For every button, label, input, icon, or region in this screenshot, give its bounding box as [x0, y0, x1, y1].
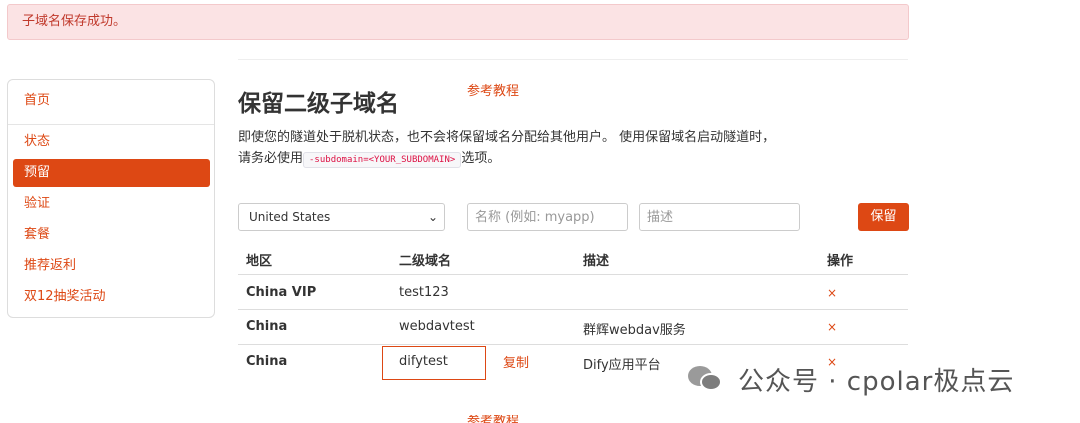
col-header-subdomain: 二级域名 — [399, 254, 452, 269]
success-alert: 子域名保存成功。 — [7, 4, 909, 40]
tutorial-link[interactable]: 参考教程 — [467, 80, 519, 99]
region-select[interactable]: United States ⌄ — [238, 203, 445, 231]
sidebar-item-label: 双12抽奖活动 — [24, 289, 106, 304]
description-text-end: 选项。 — [461, 151, 501, 166]
row-2-description: 群辉webdav服务 — [583, 323, 686, 338]
col-header-region: 地区 — [246, 254, 273, 269]
page-description: 即使您的隧道处于脱机状态，也不会将保留域名分配给其他用户。 使用保留域名启动隧道… — [238, 127, 778, 171]
top-divider — [238, 59, 908, 60]
sidebar-item-label: 验证 — [24, 196, 51, 211]
sidebar-item-label: 套餐 — [24, 227, 51, 242]
delete-icon[interactable]: × — [827, 286, 837, 300]
copy-label[interactable]: 复制 — [503, 352, 529, 371]
sidebar-item-status[interactable]: 状态 — [13, 128, 210, 156]
col-header-description: 描述 — [583, 254, 610, 269]
row-3-region: China — [246, 354, 288, 369]
sidebar-item-label: 首页 — [24, 93, 51, 108]
wechat-icon — [688, 364, 724, 394]
row-2-region: China — [246, 319, 288, 334]
chevron-down-icon: ⌄ — [427, 210, 438, 224]
sidebar-divider — [8, 124, 214, 125]
name-input[interactable] — [467, 203, 628, 231]
sidebar-item-label: 状态 — [24, 134, 51, 149]
sidebar-item-home[interactable]: 首页 — [13, 87, 210, 115]
sidebar-item-label: 预留 — [24, 165, 51, 180]
sidebar-item-label: 推荐返利 — [24, 258, 77, 273]
header-divider — [238, 274, 908, 275]
row-3-description: Dify应用平台 — [583, 358, 661, 373]
watermark: 公众号 · cpolar极点云 — [688, 358, 1014, 400]
subdomain-highlight-box — [382, 346, 486, 380]
region-select-value: United States — [249, 210, 331, 224]
sidebar-item-lottery[interactable]: 双12抽奖活动 — [13, 283, 210, 311]
sidebar-item-referral[interactable]: 推荐返利 — [13, 252, 210, 280]
col-header-action: 操作 — [827, 254, 854, 269]
page-title: 保留二级子域名 — [238, 91, 399, 117]
sidebar-item-reserve[interactable]: 预留 — [13, 159, 210, 187]
watermark-text: 公众号 · cpolar极点云 — [738, 366, 1015, 397]
row-divider — [238, 309, 908, 310]
description-input[interactable] — [639, 203, 800, 231]
subdomain-code: -subdomain=<YOUR_SUBDOMAIN> — [303, 152, 462, 168]
sidebar-item-plan[interactable]: 套餐 — [13, 221, 210, 249]
sidebar-item-verify[interactable]: 验证 — [13, 190, 210, 218]
reserve-button[interactable]: 保留 — [858, 203, 909, 231]
row-2-subdomain: webdavtest — [399, 319, 475, 334]
row-1-region: China VIP — [246, 285, 317, 300]
row-divider — [238, 344, 908, 345]
bottom-tutorial-link[interactable]: 参考教程 — [467, 415, 519, 423]
alert-message: 子域名保存成功。 — [22, 14, 127, 29]
delete-icon[interactable]: × — [827, 320, 837, 334]
row-1-subdomain: test123 — [399, 285, 449, 300]
sidebar: 首页 状态 预留 验证 套餐 推荐返利 双12抽奖活动 — [7, 79, 215, 318]
